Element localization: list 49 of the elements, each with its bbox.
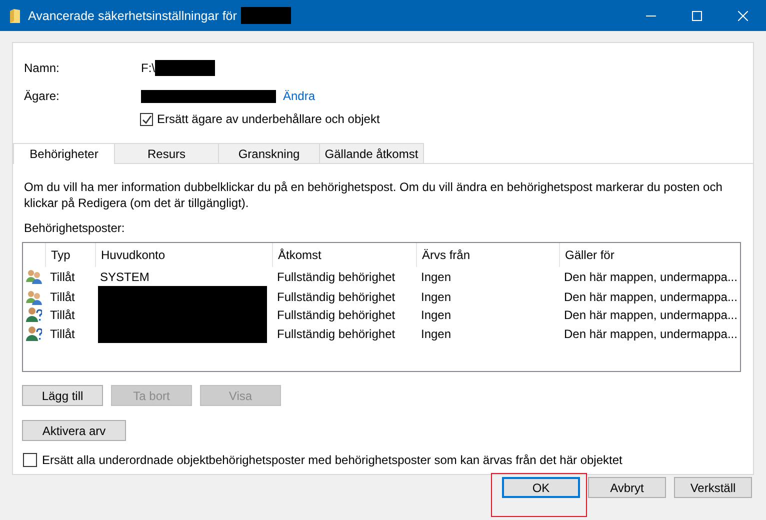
table-cell-text: Ingen [420, 326, 452, 340]
table-cell-text: Fullständig behörighet [276, 308, 396, 322]
column-header[interactable]: Huvudkonto [95, 243, 272, 267]
maximize-icon [692, 10, 702, 20]
tab[interactable]: Gällande åtkomst [319, 143, 424, 163]
tab[interactable]: Resurs [114, 143, 219, 163]
owner-label: Ägare: [23, 89, 60, 103]
close-icon [738, 10, 748, 20]
table-cell-text: Den här mappen, undermappa... [563, 308, 738, 322]
table-cell-text: Ingen [420, 308, 452, 322]
enable-inheritance-button[interactable]: Aktivera arv [22, 420, 126, 441]
entries-label: Behörighetsposter: [24, 221, 126, 235]
folder-icon [10, 8, 20, 22]
tab[interactable]: Behörigheter [13, 143, 115, 164]
column-header[interactable]: Gäller för [559, 243, 740, 267]
column-header[interactable]: Åtkomst [272, 243, 416, 267]
table-cell-text: Ingen [420, 270, 452, 284]
name-value: F:\ [141, 61, 155, 75]
entry-button[interactable]: Lägg till [22, 385, 103, 406]
unknown-user-icon [26, 307, 42, 322]
table-cell-text: Tillåt [49, 308, 76, 322]
table-cell-text: Den här mappen, undermappa... [563, 326, 738, 340]
name-label: Namn: [23, 61, 60, 75]
checkbox[interactable] [140, 112, 153, 126]
user-group-icon [26, 290, 42, 304]
table-cell-text: Den här mappen, undermappa... [563, 270, 738, 284]
table-cell-text: Fullständig behörighet [276, 326, 396, 340]
table-cell-text: Tillåt [49, 290, 76, 304]
table-cell-text: SYSTEM [99, 270, 150, 284]
tab[interactable]: Granskning [218, 143, 320, 163]
dialog-button[interactable]: OK [502, 477, 580, 498]
column-header[interactable]: Ärvs från [416, 243, 559, 267]
dialog-button[interactable]: Verkställ [674, 477, 752, 498]
table-cell-text: Fullständig behörighet [276, 290, 396, 304]
user-group-icon [26, 269, 42, 284]
column-header[interactable]: Typ [45, 243, 95, 267]
table-cell-text: Ingen [420, 290, 452, 304]
checkbox[interactable] [23, 453, 37, 467]
checkbox-label: Ersätt alla underordnade objektbehörighetsposter med behörighetsposter som kan ärvas från det här objektet [42, 453, 622, 467]
unknown-user-icon [26, 326, 42, 341]
table-cell-text: Fullständig behörighet [276, 270, 396, 284]
info-text: Om du vill ha mer information dubbelklickar du på en behörighetspost. Om du vill ändra en behörighetspost markerar du posten och klickar på Redigera (om det är tillgängligt). [24, 179, 724, 211]
window-title: Avancerade säkerhetsinställningar för [28, 8, 237, 22]
table-cell-text: Den här mappen, undermappa... [563, 290, 738, 304]
table-cell-text: Tillåt [49, 326, 76, 340]
checkbox-label: Ersätt ägare av underbehållare och objekt [157, 112, 380, 126]
dialog-button[interactable]: Avbryt [588, 477, 666, 498]
change-owner-link[interactable]: Ändra [283, 89, 316, 103]
table-cell-text: Tillåt [49, 270, 76, 284]
